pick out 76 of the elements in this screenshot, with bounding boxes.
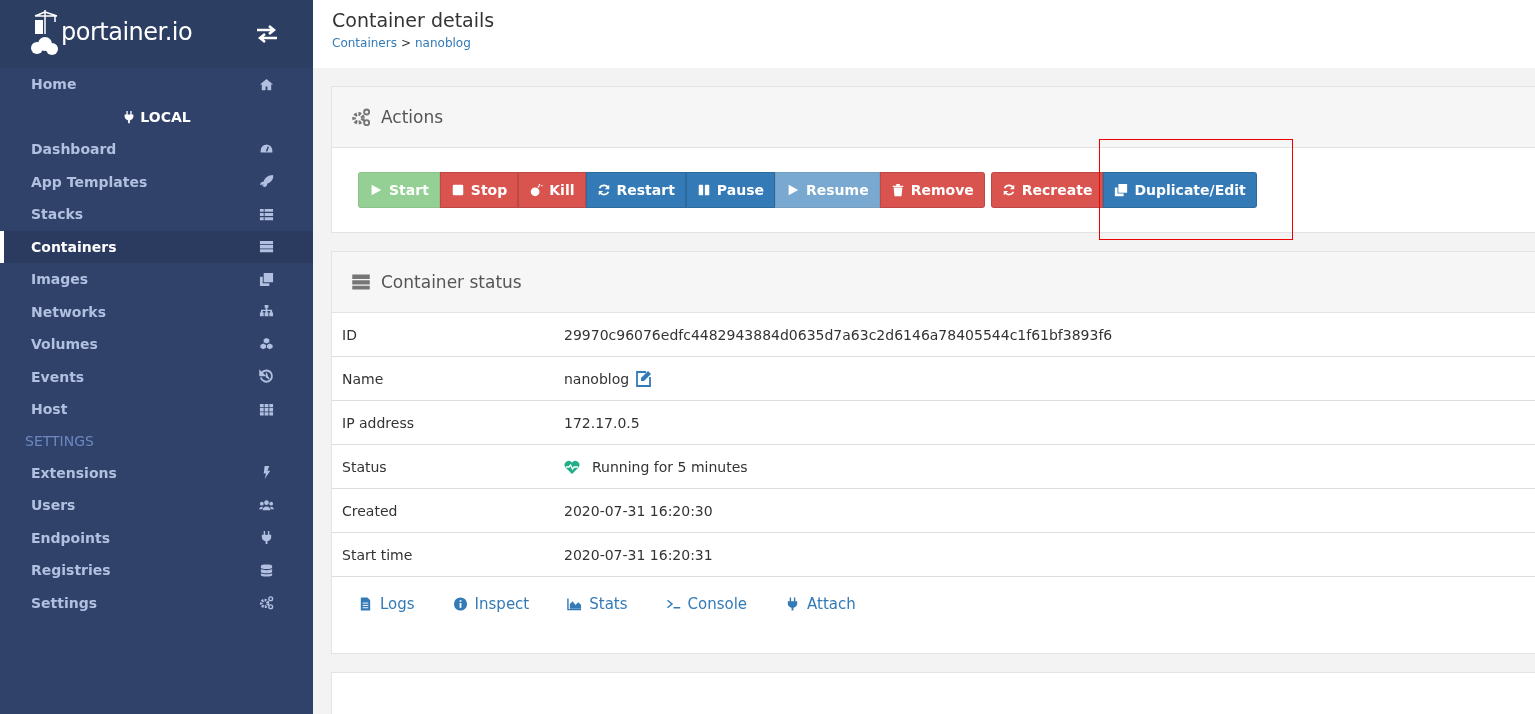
sidebar-item[interactable]: Home bbox=[0, 68, 313, 101]
action-link[interactable]: Logs bbox=[358, 595, 415, 613]
breadcrumb-link[interactable]: nanoblog bbox=[414, 36, 471, 50]
stop-icon bbox=[450, 183, 465, 197]
history-icon bbox=[258, 369, 275, 385]
logo-text[interactable]: portainer.io bbox=[61, 18, 193, 46]
heartbeat-icon bbox=[564, 458, 580, 475]
page-title: Container details bbox=[332, 9, 496, 31]
info-icon bbox=[452, 596, 468, 612]
action-button[interactable]: Pause bbox=[685, 172, 775, 208]
action-button[interactable]: Remove bbox=[879, 172, 985, 208]
play-icon bbox=[369, 183, 383, 197]
copy-icon bbox=[1114, 183, 1129, 197]
table-cell: 2020-07-31 16:20:30 bbox=[564, 502, 713, 519]
action-link[interactable]: Attach bbox=[785, 595, 856, 613]
sidebar-item[interactable]: Networks bbox=[0, 295, 313, 328]
play-icon bbox=[786, 183, 800, 197]
sidebar-item[interactable]: Stacks bbox=[0, 198, 313, 231]
sidebar-item[interactable]: Dashboard bbox=[0, 133, 313, 166]
sidebar-item[interactable]: Containers bbox=[0, 230, 313, 263]
gears-icon bbox=[258, 595, 275, 611]
table-cell: 172.17.0.5 bbox=[564, 414, 640, 431]
sidebar-item[interactable]: Host bbox=[0, 393, 313, 426]
bomb-icon bbox=[529, 183, 544, 197]
users-icon bbox=[258, 497, 275, 513]
table-cell: IP address bbox=[332, 400, 554, 445]
sidebar-item[interactable]: App Templates bbox=[0, 165, 313, 198]
sidebar-item[interactable]: Endpoints bbox=[0, 521, 313, 554]
file-icon bbox=[358, 596, 373, 612]
trash-icon bbox=[890, 183, 905, 197]
action-link[interactable]: Inspect bbox=[452, 595, 530, 613]
cubes-icon bbox=[258, 336, 275, 352]
rocket-icon bbox=[258, 174, 275, 190]
home-icon bbox=[258, 76, 275, 92]
grid-icon bbox=[258, 401, 275, 417]
breadcrumb-link[interactable]: Containers bbox=[332, 36, 397, 50]
action-button[interactable]: Restart bbox=[585, 172, 686, 208]
action-button[interactable]: Stop bbox=[439, 172, 519, 208]
table-cell: Status bbox=[332, 444, 554, 489]
sidebar-item[interactable]: Images bbox=[0, 263, 313, 296]
table-cell: ID bbox=[332, 313, 554, 357]
sidebar-item[interactable]: Settings bbox=[0, 586, 313, 619]
sidebar-item[interactable]: Registries bbox=[0, 554, 313, 587]
list-icon bbox=[258, 206, 275, 222]
table-cell: Created bbox=[332, 488, 554, 533]
endpoint-label: LOCAL bbox=[140, 108, 191, 125]
breadcrumb-separator: > bbox=[400, 36, 411, 50]
action-button[interactable]: Recreate bbox=[990, 172, 1104, 208]
panel-title: Actions bbox=[381, 107, 444, 127]
panel-title: Container status bbox=[381, 272, 522, 292]
sidebar-item[interactable]: Volumes bbox=[0, 328, 313, 361]
action-button[interactable]: Kill bbox=[518, 172, 586, 208]
sidebar-item[interactable]: Extensions bbox=[0, 456, 313, 489]
database-icon bbox=[258, 562, 275, 578]
action-button[interactable]: Duplicate/Edit bbox=[1103, 172, 1257, 208]
refresh-icon bbox=[596, 183, 611, 197]
table-cell: Start time bbox=[332, 532, 554, 577]
sidebar-item[interactable]: Users bbox=[0, 489, 313, 522]
action-link[interactable]: Stats bbox=[567, 595, 628, 613]
swap-arrows-icon[interactable] bbox=[255, 24, 279, 44]
edit-icon[interactable] bbox=[635, 370, 652, 387]
table-cell: Name bbox=[332, 356, 554, 401]
server-icon bbox=[258, 239, 275, 255]
area-chart-icon bbox=[567, 596, 583, 612]
copy-icon bbox=[258, 271, 275, 287]
gears-icon bbox=[350, 107, 372, 127]
refresh-icon bbox=[1001, 183, 1016, 197]
server-icon bbox=[350, 272, 372, 292]
pause-icon bbox=[696, 183, 711, 197]
sidebar-item[interactable]: Events bbox=[0, 360, 313, 393]
section-heading: SETTINGS bbox=[24, 432, 95, 451]
action-link[interactable]: Console bbox=[665, 595, 748, 613]
table-cell: 29970c96076edfc4482943884d0635d7a63c2d6146a78405544c1f61bf3893f6 bbox=[564, 326, 1113, 343]
table-cell: 2020-07-31 16:20:31 bbox=[564, 546, 713, 563]
table-cell: Running for 5 minutes bbox=[592, 458, 748, 475]
table-cell: nanoblog bbox=[564, 370, 630, 387]
